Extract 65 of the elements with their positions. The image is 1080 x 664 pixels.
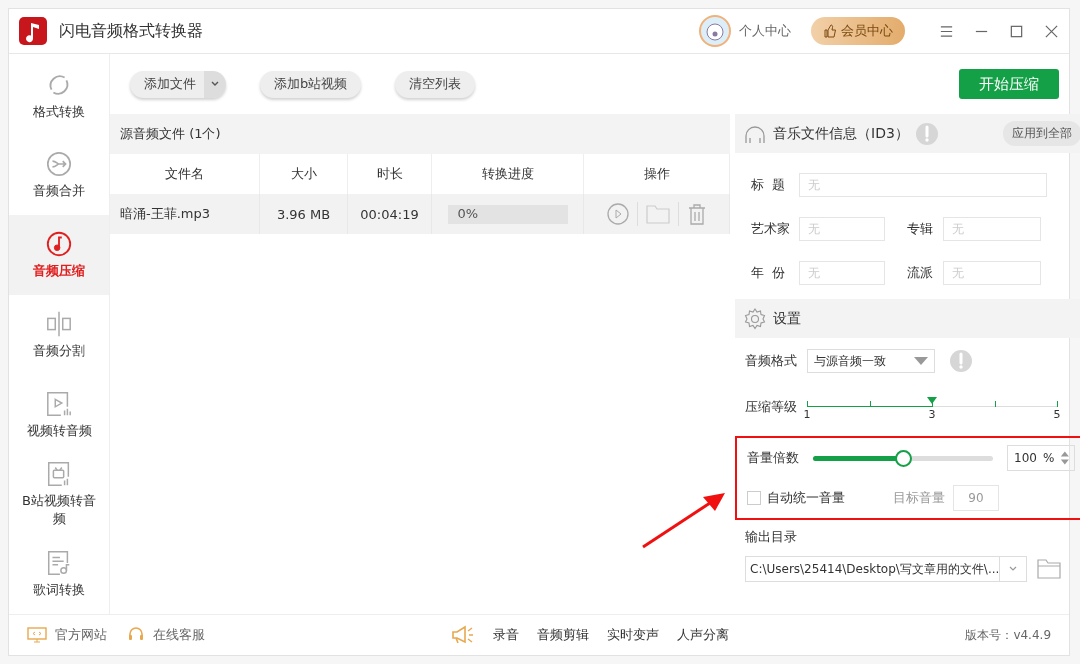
version-label: 版本号：v4.4.9: [965, 626, 1051, 644]
sidebar-item[interactable]: 格式转换: [9, 56, 109, 136]
sidebar-icon: [45, 389, 73, 418]
settings-icon: [743, 306, 767, 331]
file-list-title: 源音频文件 (1个): [120, 125, 221, 143]
tick-label: 1: [803, 408, 811, 421]
footer-link[interactable]: 在线客服: [127, 626, 205, 644]
auto-volume-checkbox[interactable]: 自动统一音量: [747, 489, 885, 507]
play-icon[interactable]: [606, 203, 629, 225]
footer-tool-link[interactable]: 实时变声: [607, 626, 660, 644]
field-label: 年 份: [751, 264, 787, 282]
add-bilibili-video-button[interactable]: 添加b站视频: [260, 70, 362, 98]
monitor-icon: [27, 627, 47, 643]
sidebar-item[interactable]: 歌词转换: [9, 534, 109, 615]
menu-icon[interactable]: [939, 23, 954, 39]
footer-tool-link[interactable]: 音频剪辑: [537, 626, 590, 644]
slider-thumb[interactable]: [895, 449, 912, 467]
volume-slider[interactable]: [813, 449, 993, 467]
megaphone-icon: [451, 625, 476, 645]
sidebar-item[interactable]: 视频转音频: [9, 374, 109, 455]
panel-title: 设置: [773, 309, 801, 328]
footer-tool-link[interactable]: 人声分离: [677, 626, 730, 644]
vip-center-button[interactable]: 会员中心: [811, 17, 905, 45]
table-cell: 3.96 MB: [260, 194, 348, 234]
window-title: 闪电音频格式转换器: [59, 20, 203, 42]
tick-label: 5: [1053, 408, 1061, 421]
field-label: 目标音量: [893, 489, 945, 507]
spinner-arrows-icon: [1060, 449, 1070, 467]
tick-label: 3: [928, 408, 936, 421]
add-file-button[interactable]: 添加文件: [130, 70, 226, 98]
maximize-icon[interactable]: [1009, 23, 1024, 39]
apply-to-all-button[interactable]: 应用到全部: [1003, 121, 1080, 146]
user-center-link[interactable]: 个人中心: [739, 22, 791, 40]
field-label: 标 题: [751, 176, 787, 194]
field-label: 压缩等级: [745, 398, 798, 416]
sidebar-item[interactable]: 音频合并: [9, 135, 109, 216]
field-label: 艺术家: [751, 220, 791, 238]
caret-icon: [914, 356, 928, 366]
field-label: 音频格式: [745, 352, 798, 370]
level-marker-icon[interactable]: [927, 397, 937, 404]
footer-tool-link[interactable]: 录音: [493, 626, 520, 644]
field-label: 音量倍数: [747, 449, 800, 467]
thumbs-up-icon: [823, 24, 837, 38]
panel-title: 音乐文件信息（ID3）: [773, 124, 909, 143]
clear-list-button[interactable]: 清空列表: [395, 70, 476, 98]
close-icon[interactable]: [1044, 23, 1059, 39]
sidebar-item[interactable]: 音频压缩: [9, 215, 109, 296]
sidebar-item[interactable]: B站视频转音频: [9, 454, 109, 535]
trash-icon[interactable]: [686, 203, 707, 225]
field-label: 专辑: [907, 220, 934, 238]
sidebar-icon: [45, 309, 73, 338]
avatar-icon[interactable]: [699, 15, 731, 47]
progress-text: 0%: [457, 205, 479, 221]
sidebar-icon: [45, 230, 73, 259]
sidebar-item[interactable]: 音频分割: [9, 295, 109, 375]
format-dropdown[interactable]: 与源音频一致: [807, 349, 935, 373]
footer-link[interactable]: 官方网站: [27, 626, 107, 644]
table-cell: 00:04:19: [348, 194, 432, 234]
music-note-logo-icon: [19, 17, 47, 45]
volume-spinbox[interactable]: 100 %: [1007, 445, 1075, 471]
field-label: 输出目录: [744, 528, 798, 546]
sidebar-icon: [45, 150, 73, 179]
output-path-dropdown[interactable]: C:\Users\25414\Desktop\写文章用的文件\...: [745, 556, 1027, 582]
table-cell: 暗涌-王菲.mp3: [110, 194, 260, 234]
field-label: 流派: [907, 264, 934, 282]
